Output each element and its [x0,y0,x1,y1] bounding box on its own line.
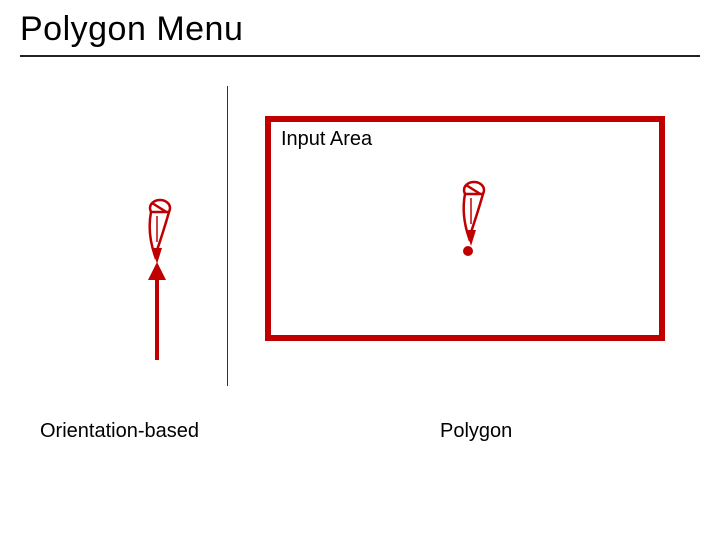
caption-orientation: Orientation-based [40,420,199,443]
caption-polygon: Polygon [440,420,512,443]
input-area-box[interactable]: Input Area [265,116,665,341]
page-title: Polygon Menu [20,10,700,49]
title-rule [20,55,700,57]
pen-icon [451,180,491,258]
input-area-label-wrap: Input Area [281,128,372,151]
input-area-label: Input Area [281,128,372,150]
arrow-shaft [155,278,159,360]
title-block: Polygon Menu [20,10,700,57]
orientation-diagram [40,100,220,380]
slide: Polygon Menu Input Area Orientation-base… [0,0,720,540]
pen-icon [137,198,177,276]
vertical-divider [227,86,228,386]
